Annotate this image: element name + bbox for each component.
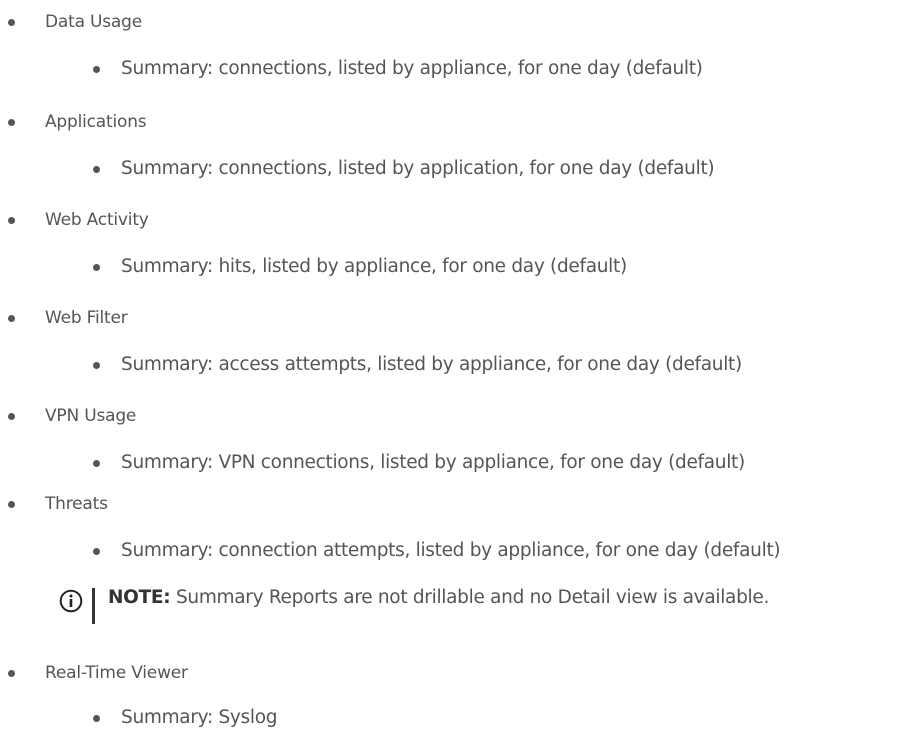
note-text: NOTE: Summary Reports are not drillable … <box>108 586 769 610</box>
list-item-label: Web Filter <box>45 308 128 328</box>
bullet <box>8 413 15 420</box>
bullet <box>8 119 15 126</box>
list-item-label: Threats <box>45 494 108 514</box>
sub-list-item-text: Summary: connection attempts, listed by … <box>121 540 781 561</box>
bullet <box>93 548 100 555</box>
list-item-label: Web Activity <box>45 210 149 230</box>
document-body: Data Usage Summary: connections, listed … <box>0 0 910 729</box>
sub-list-item-text: Summary: connections, listed by applicat… <box>121 158 715 179</box>
note-body: Summary Reports are not drillable and no… <box>170 587 770 608</box>
bullet <box>93 66 100 73</box>
bullet <box>93 264 100 271</box>
sub-list-item-text: Summary: connections, listed by applianc… <box>121 58 703 79</box>
list-item-label: Data Usage <box>45 12 142 32</box>
bullet <box>8 19 15 26</box>
bullet <box>8 670 15 677</box>
bullet <box>8 315 15 322</box>
sub-list-item-text: Summary: VPN connections, listed by appl… <box>121 452 745 473</box>
bullet <box>93 715 100 722</box>
sub-list-item-text: Summary: Syslog <box>121 707 278 728</box>
note-label: NOTE: <box>108 587 171 608</box>
bullet <box>8 501 15 508</box>
note-callout: NOTE: Summary Reports are not drillable … <box>0 586 910 630</box>
sub-list-item-text: Summary: access attempts, listed by appl… <box>121 354 742 375</box>
list-item-label: Real-Time Viewer <box>45 663 188 683</box>
info-icon <box>59 589 83 613</box>
list-item-label: VPN Usage <box>45 406 137 426</box>
bullet <box>8 217 15 224</box>
note-divider <box>92 588 95 624</box>
bullet <box>93 460 100 467</box>
bullet <box>93 166 100 173</box>
bullet <box>93 362 100 369</box>
list-item-label: Applications <box>45 112 147 132</box>
sub-list-item-text: Summary: hits, listed by appliance, for … <box>121 256 627 277</box>
